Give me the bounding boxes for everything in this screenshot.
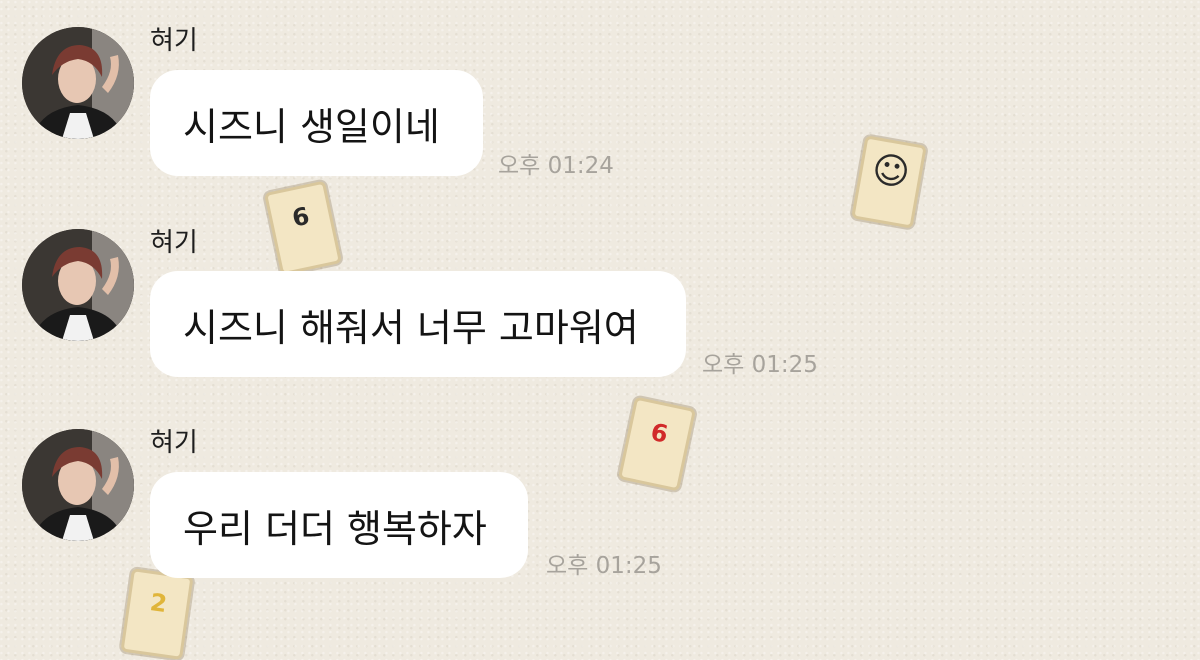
message-bubble[interactable]: 우리 더더 행복하자 <box>150 472 528 578</box>
sticker-tile-partial: 2 <box>120 568 194 660</box>
message-timestamp: 오후 01:25 <box>546 553 662 579</box>
avatar-photo <box>22 229 134 341</box>
avatar-photo <box>22 429 134 541</box>
avatar[interactable] <box>22 229 134 341</box>
message-text: 시즈니 해줘서 너무 고마워여 <box>183 305 639 350</box>
sticker-glyph: 2 <box>148 588 169 619</box>
sender-name: 혀기 <box>150 228 198 258</box>
message-text: 우리 더더 행복하자 <box>183 506 487 551</box>
chat-message: 혀기 우리 더더 행복하자 오후 01:25 <box>0 0 1200 579</box>
sticker-glyph: 6 <box>289 201 312 233</box>
avatar[interactable] <box>22 429 134 541</box>
sticker-glyph: 6 <box>648 417 671 449</box>
message-bubble[interactable]: 시즈니 해줘서 너무 고마워여 <box>150 271 686 377</box>
sender-name: 혀기 <box>150 428 198 458</box>
message-timestamp: 오후 01:25 <box>702 352 818 378</box>
sticker-tile-red-6: 6 <box>617 396 697 492</box>
